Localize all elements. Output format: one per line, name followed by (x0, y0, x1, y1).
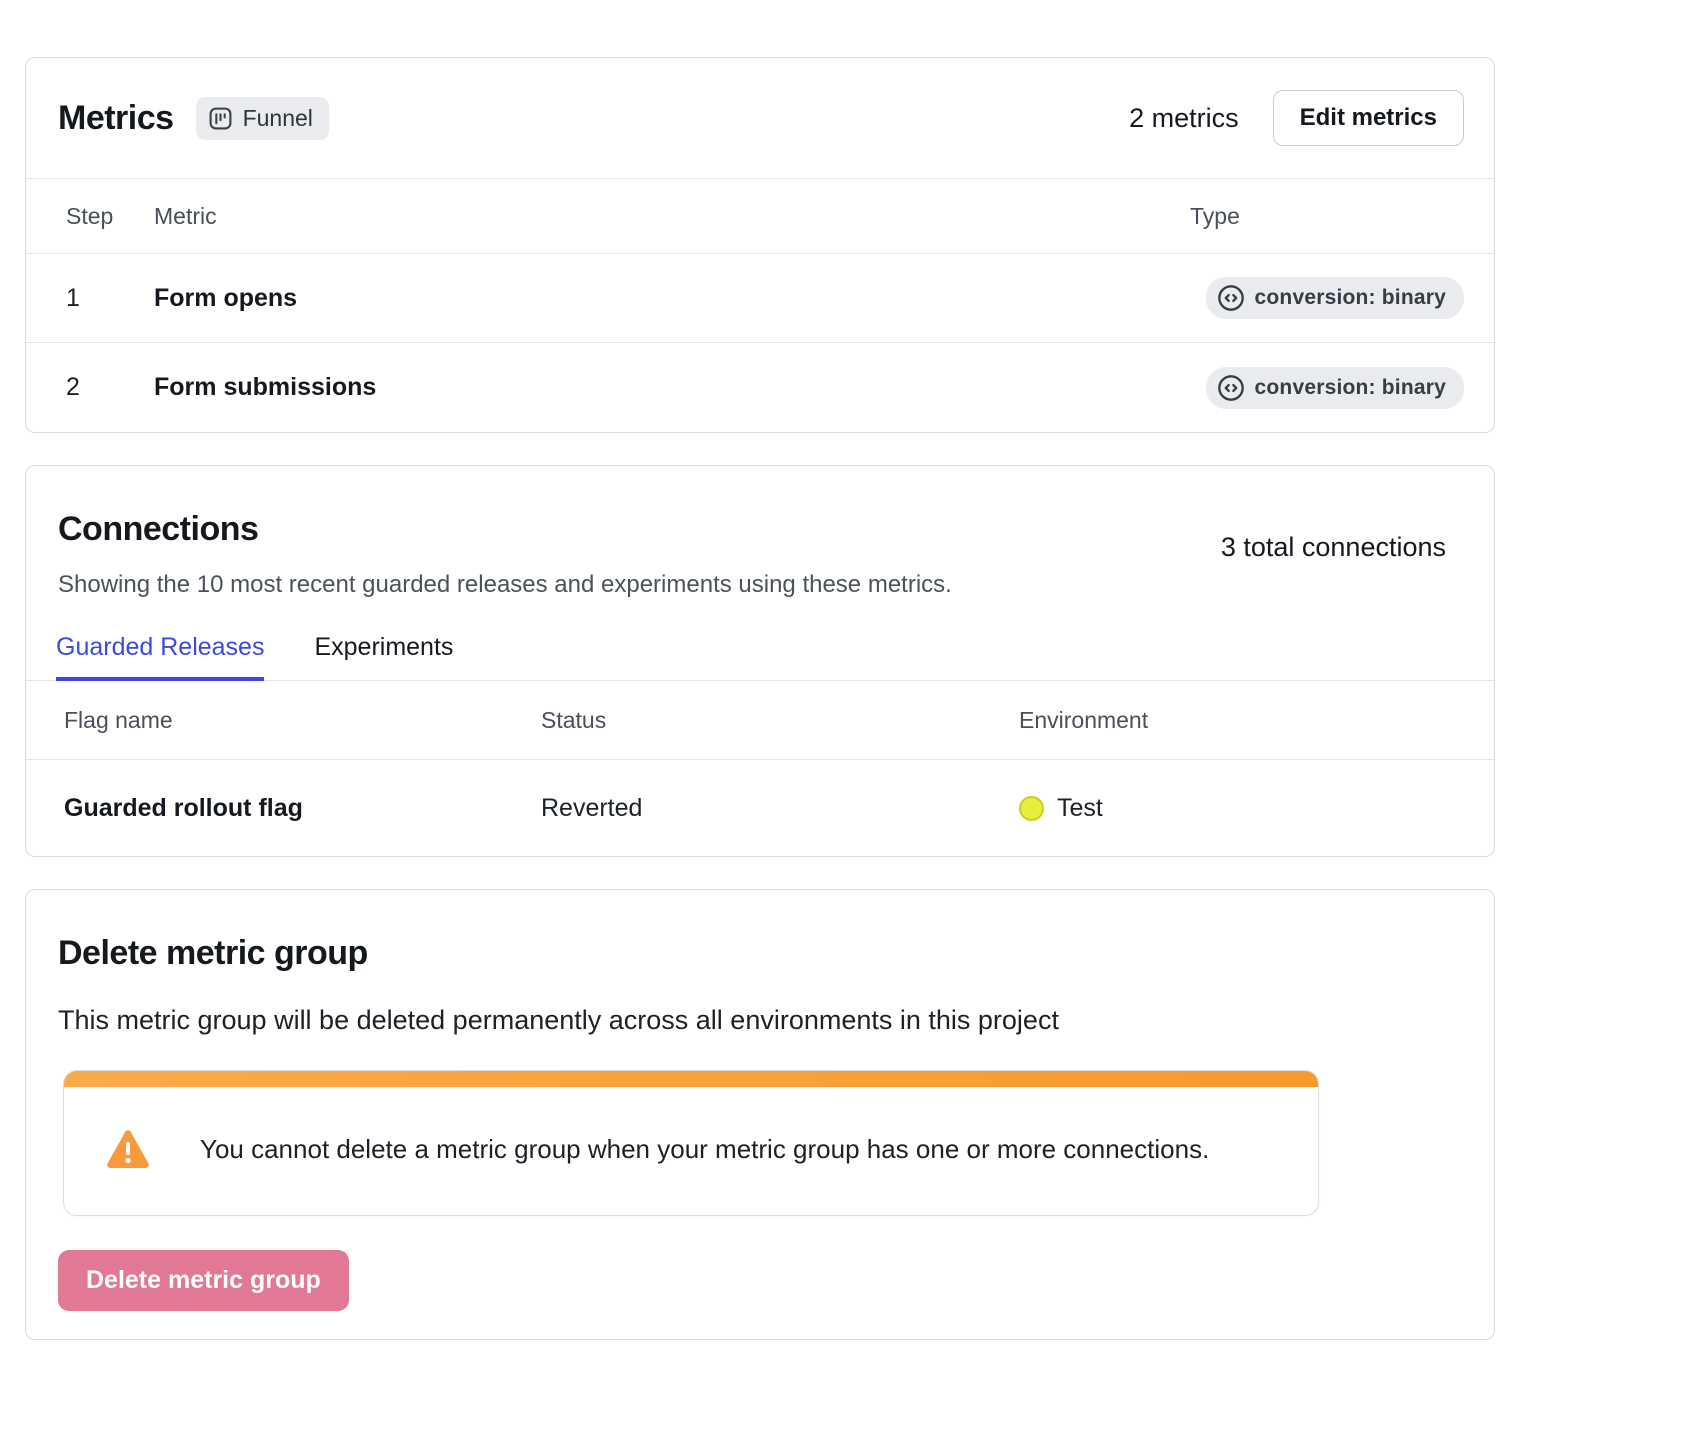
metric-type-badge: conversion: binary (1206, 277, 1464, 319)
tab-guarded-releases[interactable]: Guarded Releases (56, 633, 264, 681)
metric-name: Form opens (154, 284, 1164, 313)
connections-title: Connections (58, 510, 952, 549)
metric-type-label: conversion: binary (1255, 376, 1446, 400)
funnel-chart-icon (208, 106, 233, 131)
warning-banner: You cannot delete a metric group when yo… (63, 1070, 1319, 1216)
metrics-title: Metrics (58, 99, 174, 138)
metric-step: 1 (66, 284, 154, 313)
warning-text: You cannot delete a metric group when yo… (200, 1134, 1209, 1165)
warning-banner-top-bar (64, 1071, 1318, 1087)
warning-triangle-icon (106, 1129, 150, 1169)
funnel-badge-label: Funnel (243, 105, 313, 132)
edit-metrics-button[interactable]: Edit metrics (1273, 90, 1464, 146)
metrics-card: Metrics Funnel 2 metrics Edit metrics S (25, 57, 1495, 433)
funnel-badge: Funnel (196, 97, 329, 140)
connection-flag-name: Guarded rollout flag (64, 794, 541, 823)
tab-experiments[interactable]: Experiments (314, 633, 453, 681)
column-header-status: Status (541, 707, 1019, 734)
delete-metric-group-button[interactable]: Delete metric group (58, 1250, 349, 1311)
connections-total: 3 total connections (1221, 532, 1446, 563)
delete-card-title: Delete metric group (58, 934, 1462, 973)
connections-subtitle: Showing the 10 most recent guarded relea… (58, 571, 952, 599)
metric-step: 2 (66, 373, 154, 402)
delete-metric-group-card: Delete metric group This metric group wi… (25, 889, 1495, 1340)
metrics-header-right: 2 metrics Edit metrics (1129, 90, 1464, 146)
metrics-table-header: Step Metric Type (26, 178, 1494, 254)
code-circle-icon (1217, 284, 1245, 312)
column-header-metric: Metric (154, 203, 1164, 230)
connection-environment: Test (1019, 794, 1464, 823)
metric-table-row: 1 Form opens conversion: binary (26, 254, 1494, 343)
connections-table-header: Flag name Status Environment (26, 681, 1494, 759)
connections-tabs: Guarded Releases Experiments (26, 599, 1494, 681)
metric-name: Form submissions (154, 373, 1164, 402)
page: Metrics Funnel 2 metrics Edit metrics S (0, 0, 1700, 1340)
connections-card-header: Connections Showing the 10 most recent g… (26, 466, 1494, 599)
metrics-count: 2 metrics (1129, 103, 1239, 134)
column-header-environment: Environment (1019, 707, 1464, 734)
connections-title-block: Connections Showing the 10 most recent g… (58, 510, 952, 599)
delete-card-description: This metric group will be deleted perman… (58, 1005, 1462, 1036)
code-circle-icon (1217, 374, 1245, 402)
environment-name: Test (1057, 794, 1103, 823)
warning-banner-content: You cannot delete a metric group when yo… (64, 1087, 1318, 1215)
column-header-step: Step (66, 203, 154, 230)
delete-card-body: Delete metric group This metric group wi… (26, 890, 1494, 1339)
connection-table-row: Guarded rollout flag Reverted Test (26, 759, 1494, 856)
connection-status: Reverted (541, 794, 1019, 823)
metrics-card-header: Metrics Funnel 2 metrics Edit metrics (26, 58, 1494, 178)
metric-type-badge: conversion: binary (1206, 367, 1464, 409)
environment-dot-icon (1019, 796, 1044, 821)
metric-type-label: conversion: binary (1255, 286, 1446, 310)
connections-card: Connections Showing the 10 most recent g… (25, 465, 1495, 857)
metric-table-row: 2 Form submissions conversion: binary (26, 343, 1494, 432)
column-header-flag-name: Flag name (64, 707, 541, 734)
column-header-type: Type (1164, 203, 1464, 230)
